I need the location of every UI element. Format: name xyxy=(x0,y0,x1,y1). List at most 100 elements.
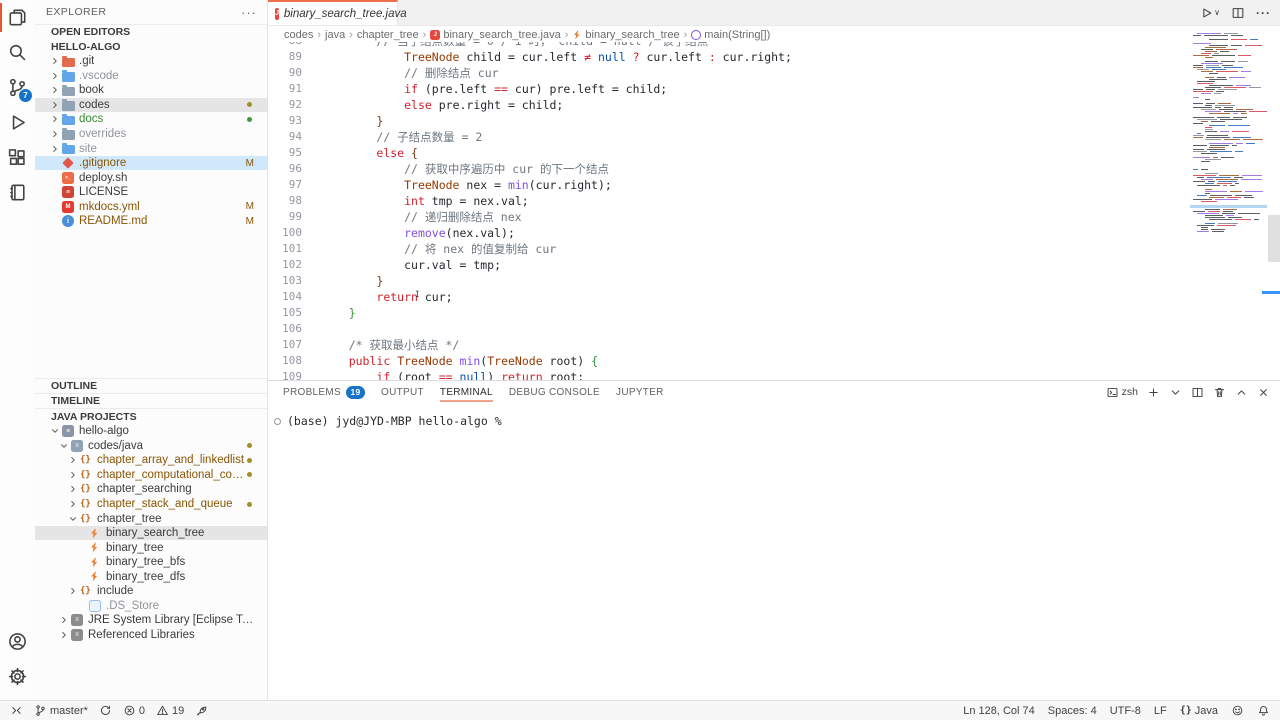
file-overrides[interactable]: overrides xyxy=(35,127,267,142)
line-content: } xyxy=(302,273,383,289)
split-panel-icon xyxy=(1191,386,1204,399)
split-terminal-button[interactable] xyxy=(1191,386,1204,399)
java-projects-section[interactable]: JAVA PROJECTS xyxy=(35,408,267,424)
tree-item-label: chapter_array_and_linkedlist xyxy=(97,454,244,466)
line-number: 105 xyxy=(268,305,302,321)
close-panel-button[interactable] xyxy=(1257,386,1270,399)
status-language-mode[interactable]: {}Java xyxy=(1180,705,1218,717)
panel-tab-problems[interactable]: PROBLEMS19 xyxy=(283,381,365,403)
line-number: 98 xyxy=(268,193,302,209)
activity-bar-search[interactable] xyxy=(0,35,35,70)
activity-bar-explorer[interactable] xyxy=(0,0,35,35)
code-line-90: 90 // 删除结点 cur xyxy=(268,65,1190,81)
file-readme-md[interactable]: iREADME.mdM xyxy=(35,214,267,229)
panel-tab-jupyter[interactable]: JUPYTER xyxy=(616,381,664,403)
activity-bar-settings[interactable] xyxy=(0,659,35,694)
file-mkdocs-yml[interactable]: Mmkdocs.ymlM xyxy=(35,199,267,214)
line-number: 100 xyxy=(268,225,302,241)
maximize-panel-button[interactable] xyxy=(1235,386,1248,399)
status-git-branch[interactable]: master* xyxy=(34,704,88,717)
extensions-icon xyxy=(7,147,28,168)
activity-bar-extensions[interactable] xyxy=(0,140,35,175)
java-chapter-searching[interactable]: {}chapter_searching xyxy=(35,482,267,497)
status-java-status[interactable] xyxy=(195,704,208,717)
status-feedback[interactable] xyxy=(1231,704,1244,717)
file-site[interactable]: site xyxy=(35,141,267,156)
java-chapter-tree[interactable]: {}chapter_tree xyxy=(35,511,267,526)
activity-bar-source-control[interactable]: 7 xyxy=(0,70,35,105)
open-editors-section[interactable]: OPEN EDITORS xyxy=(35,24,267,39)
java-hello-algo[interactable]: ≡hello-algo xyxy=(35,424,267,439)
line-number: 99 xyxy=(268,209,302,225)
status-encoding[interactable]: UTF-8 xyxy=(1110,705,1141,717)
status-indentation[interactable]: Spaces: 4 xyxy=(1048,705,1097,717)
editor-scrollbar[interactable] xyxy=(1268,215,1280,262)
line-content: if (root == null) return root; xyxy=(302,369,584,380)
java-referenced-libraries[interactable]: ≡Referenced Libraries xyxy=(35,628,267,643)
tab-binary-search-tree[interactable]: J binary_search_tree.java xyxy=(268,0,398,25)
status-notifications[interactable] xyxy=(1257,704,1270,717)
kill-terminal-button[interactable] xyxy=(1213,386,1226,399)
run-button[interactable]: ∨ xyxy=(1199,6,1220,20)
more-actions-icon[interactable]: ··· xyxy=(241,5,257,20)
new-terminal-button[interactable] xyxy=(1147,386,1160,399)
file-docs[interactable]: docs xyxy=(35,112,267,127)
activity-bar: 7 xyxy=(0,0,36,700)
java-binary-tree[interactable]: binary_tree xyxy=(35,540,267,555)
java-binary-tree-dfs[interactable]: binary_tree_dfs xyxy=(35,569,267,584)
java-include[interactable]: {}include xyxy=(35,584,267,599)
activity-bar-notebook[interactable] xyxy=(0,175,35,210)
breadcrumb-java[interactable]: java xyxy=(325,29,345,41)
panel-tab-output[interactable]: OUTPUT xyxy=(381,381,424,403)
file-vscode[interactable]: .vscode xyxy=(35,69,267,84)
java-binary-tree-bfs[interactable]: binary_tree_bfs xyxy=(35,555,267,570)
breadcrumb-binary-search-tree-java[interactable]: Jbinary_search_tree.java xyxy=(430,29,560,41)
activity-bar-account[interactable] xyxy=(0,624,35,659)
file-license[interactable]: ≡LICENSE xyxy=(35,185,267,200)
timeline-section[interactable]: TIMELINE xyxy=(35,393,267,408)
status-problems-errors[interactable]: 0 xyxy=(123,704,145,717)
java-chapter-computational-complexity[interactable]: {}chapter_computational_complexity xyxy=(35,468,267,483)
code-line-102: 102 cur.val = tmp; xyxy=(268,257,1190,273)
panel-tab-label: OUTPUT xyxy=(381,387,424,398)
status-cursor-position[interactable]: Ln 128, Col 74 xyxy=(963,705,1035,717)
breadcrumb-binary-search-tree[interactable]: binary_search_tree xyxy=(572,29,679,41)
terminal-picker[interactable]: zsh xyxy=(1106,386,1138,399)
java-chapter-array-and-linkedlist[interactable]: {}chapter_array_and_linkedlist xyxy=(35,453,267,468)
code-line-101: 101 // 将 nex 的值复制给 cur xyxy=(268,241,1190,257)
file-codes[interactable]: codes xyxy=(35,98,267,113)
line-content: TreeNode nex = min(cur.right); xyxy=(302,177,612,193)
breadcrumb-label: main(String[]) xyxy=(704,29,770,41)
breadcrumb-main-string[interactable]: main(String[]) xyxy=(691,29,770,41)
editor-more-actions-button[interactable]: ··· xyxy=(1256,6,1270,20)
panel-tab-debug-console[interactable]: DEBUG CONSOLE xyxy=(509,381,600,403)
status-eol[interactable]: LF xyxy=(1154,705,1167,717)
activity-bar-run-and-debug[interactable] xyxy=(0,105,35,140)
java-ds-store[interactable]: .DS_Store xyxy=(35,599,267,614)
java-binary-search-tree[interactable]: binary_search_tree xyxy=(35,526,267,541)
java-codes-java[interactable]: ≡codes/java xyxy=(35,439,267,454)
file-git[interactable]: .git xyxy=(35,54,267,69)
rocket-icon xyxy=(195,704,208,717)
status-sync-changes[interactable] xyxy=(99,704,112,717)
file-gitignore[interactable]: .gitignoreM xyxy=(35,156,267,171)
terminal-dropdown-button[interactable] xyxy=(1169,386,1182,399)
code-editor[interactable]: 88 // 当子结点数量 = 0 / 1 时， child = null / 该… xyxy=(268,42,1190,380)
bottom-panel: PROBLEMS19 OUTPUT TERMINAL DEBUG CONSOLE JUP… xyxy=(268,380,1280,701)
breadcrumb-codes[interactable]: codes xyxy=(284,29,313,41)
java-chapter-stack-and-queue[interactable]: {}chapter_stack_and_queue xyxy=(35,497,267,512)
java-jre-system-library-eclipse-temurin-17-17[interactable]: ≡JRE System Library [Eclipse Temurin 17 … xyxy=(35,613,267,628)
split-editor-button[interactable] xyxy=(1231,6,1245,20)
outline-section[interactable]: OUTLINE xyxy=(35,378,267,393)
file-book[interactable]: book xyxy=(35,83,267,98)
file-deploy-sh[interactable]: >_deploy.sh xyxy=(35,170,267,185)
status-remote-indicator[interactable] xyxy=(10,704,23,717)
split-editor-icon xyxy=(1231,6,1245,20)
panel-tab-terminal[interactable]: TERMINAL xyxy=(440,381,493,403)
breadcrumb-chapter-tree[interactable]: chapter_tree xyxy=(357,29,419,41)
status-label: Java xyxy=(1195,705,1218,717)
terminal-prompt[interactable]: (base) jyd@JYD-MBP hello-algo % xyxy=(287,414,502,428)
close-icon[interactable] xyxy=(412,8,424,20)
status-problems-warnings[interactable]: 19 xyxy=(156,704,184,717)
workspace-root-section[interactable]: HELLO-ALGO xyxy=(35,39,267,54)
